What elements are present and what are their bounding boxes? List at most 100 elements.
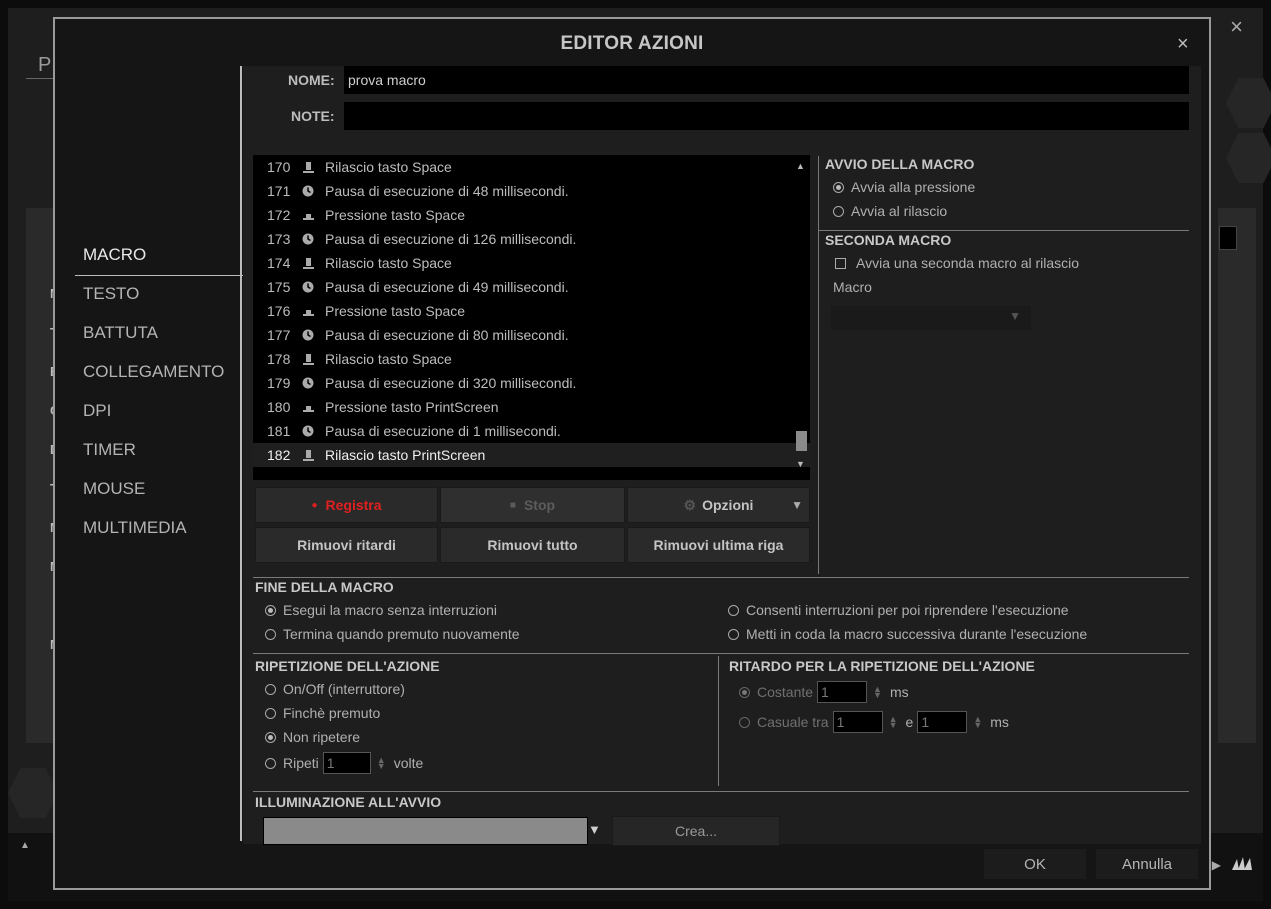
second-macro-dropdown[interactable]: ▼ bbox=[831, 306, 1031, 330]
delay-random-radio[interactable]: Casuale tra 1 ▲ ▼ e 1 ▲ ▼ ms bbox=[739, 711, 1009, 733]
stepper-arrows-icon[interactable]: ▲ ▼ bbox=[889, 715, 898, 730]
chevron-down-icon[interactable]: ▼ bbox=[588, 822, 601, 837]
background-close-icon[interactable]: × bbox=[1230, 14, 1243, 40]
cancel-button[interactable]: Annulla bbox=[1096, 849, 1198, 879]
delay-constant-radio[interactable]: Costante 1 ▲ ▼ ms bbox=[739, 681, 909, 703]
repeat-count-radio[interactable]: Ripeti 1 ▲ ▼ volte bbox=[265, 752, 423, 774]
repeat-none-radio[interactable]: Non ripetere bbox=[265, 729, 360, 745]
chevron-right-icon[interactable]: ▶ bbox=[1212, 858, 1221, 872]
nav-item-timer[interactable]: TIMER bbox=[75, 432, 240, 471]
nav-divider bbox=[240, 66, 242, 841]
nav-item-dpi[interactable]: DPI bbox=[75, 393, 240, 432]
background-hex-shape bbox=[8, 768, 58, 818]
scrollbar-thumb[interactable] bbox=[796, 431, 807, 451]
lighting-dropdown[interactable] bbox=[263, 817, 588, 845]
macro-step-text: Rilascio tasto Space bbox=[325, 351, 452, 367]
macro-step-row[interactable]: 174 Rilascio tasto Space bbox=[253, 251, 810, 275]
remove-last-row-button[interactable]: Rimuovi ultima riga bbox=[627, 527, 810, 563]
second-macro-checkbox[interactable]: Avvia una seconda macro al rilascio bbox=[835, 255, 1079, 271]
second-macro-label: Macro bbox=[833, 279, 872, 295]
name-input[interactable] bbox=[344, 66, 1189, 94]
macro-step-row[interactable]: 179 Pausa di esecuzione di 320 millisecon… bbox=[253, 371, 810, 395]
macro-step-row[interactable]: 182 Rilascio tasto PrintScreen bbox=[253, 443, 810, 467]
macro-step-row[interactable]: 181 Pausa di esecuzione di 1 millisecondi… bbox=[253, 419, 810, 443]
macro-step-text: Rilascio tasto Space bbox=[325, 255, 452, 271]
macro-step-text: Pressione tasto Space bbox=[325, 303, 466, 319]
macro-step-number: 171 bbox=[267, 183, 291, 199]
background-right-panel bbox=[1218, 208, 1256, 743]
radio-icon bbox=[265, 707, 276, 719]
macro-step-text: Pressione tasto Space bbox=[325, 207, 466, 223]
macro-step-row[interactable]: 172 Pressione tasto Space bbox=[253, 203, 810, 227]
start-on-press-radio[interactable]: Avvia alla pressione bbox=[833, 179, 975, 195]
macro-step-row[interactable]: 178 Rilascio tasto Space bbox=[253, 347, 810, 371]
radio-icon bbox=[833, 205, 844, 217]
options-button-label: Opzioni bbox=[702, 497, 754, 513]
name-label: NOME: bbox=[288, 72, 335, 88]
close-icon[interactable]: × bbox=[1177, 33, 1189, 56]
macro-step-number: 173 bbox=[267, 231, 291, 247]
nav-item-mouse[interactable]: MOUSE bbox=[75, 471, 240, 510]
key-press-icon bbox=[297, 210, 319, 221]
background-hex-shape bbox=[1226, 78, 1271, 128]
end-allow-interrupt-radio[interactable]: Consenti interruzioni per poi riprendere… bbox=[728, 602, 1069, 618]
delay-random-label: Casuale tra bbox=[757, 714, 829, 730]
macro-step-row[interactable]: 175 Pausa di esecuzione di 49 millisecond… bbox=[253, 275, 810, 299]
delay-constant-input[interactable]: 1 bbox=[817, 681, 868, 703]
scroll-top-icon[interactable]: ▲ bbox=[796, 161, 805, 171]
nav-item-multimedia[interactable]: MULTIMEDIA bbox=[75, 510, 240, 549]
chevron-down-icon: ▼ bbox=[1009, 309, 1021, 323]
action-type-nav: MACRO TESTO BATTUTA COLLEGAMENTO DPI TIM… bbox=[75, 237, 243, 549]
end-uninterrupted-radio[interactable]: Esegui la macro senza interruzioni bbox=[265, 602, 497, 618]
key-press-icon bbox=[297, 402, 319, 413]
action-editor-dialog: EDITOR AZIONI × MACRO TESTO BATTUTA COLL… bbox=[53, 17, 1211, 890]
nav-item-macro[interactable]: MACRO bbox=[75, 237, 243, 276]
end-press-again-radio[interactable]: Termina quando premuto nuovamente bbox=[265, 626, 520, 642]
remove-all-button[interactable]: Rimuovi tutto bbox=[440, 527, 625, 563]
remove-delays-button[interactable]: Rimuovi ritardi bbox=[255, 527, 438, 563]
end-queue-label: Metti in coda la macro successiva durant… bbox=[746, 626, 1088, 642]
note-input[interactable] bbox=[344, 102, 1189, 130]
repeat-count-input[interactable]: 1 bbox=[322, 752, 371, 774]
macro-step-row[interactable]: 173 Pausa di esecuzione di 126 millisecon… bbox=[253, 227, 810, 251]
key-press-icon bbox=[297, 306, 319, 317]
macro-list-scrollbar[interactable]: ▲ ▼ bbox=[795, 161, 807, 471]
stop-button[interactable]: ■ Stop bbox=[440, 487, 625, 523]
stop-square-icon: ■ bbox=[509, 499, 516, 511]
macro-step-row[interactable]: 170 Rilascio tasto Space bbox=[253, 155, 810, 179]
stepper-arrows-icon[interactable]: ▲ ▼ bbox=[873, 685, 882, 700]
ok-button[interactable]: OK bbox=[984, 849, 1086, 879]
clock-icon bbox=[297, 329, 319, 341]
radio-icon bbox=[265, 683, 276, 695]
nav-item-battuta[interactable]: BATTUTA bbox=[75, 315, 240, 354]
record-button-label: Registra bbox=[325, 497, 382, 513]
delay-random-max-input[interactable]: 1 bbox=[917, 711, 968, 733]
options-button[interactable]: ⚙ Opzioni ▼ bbox=[627, 487, 810, 523]
scroll-up-icon[interactable]: ▲ bbox=[20, 840, 30, 851]
create-lighting-button[interactable]: Crea... bbox=[612, 816, 780, 846]
end-uninterrupted-label: Esegui la macro senza interruzioni bbox=[283, 602, 497, 618]
macro-step-row[interactable]: 176 Pressione tasto Space bbox=[253, 299, 810, 323]
delay-random-min-input[interactable]: 1 bbox=[832, 711, 883, 733]
start-on-release-radio[interactable]: Avvia al rilascio bbox=[833, 203, 947, 219]
repeat-none-label: Non ripetere bbox=[283, 729, 361, 745]
lighting-heading: ILLUMINAZIONE ALL'AVVIO bbox=[255, 794, 442, 810]
macro-step-list[interactable]: 170 Rilascio tasto Space 171 Pausa di esecu… bbox=[253, 155, 810, 480]
stepper-arrows-icon[interactable]: ▲ ▼ bbox=[973, 715, 982, 730]
macro-step-row[interactable]: 177 Pausa di esecuzione di 80 millisecond… bbox=[253, 323, 810, 347]
radio-icon bbox=[728, 628, 739, 640]
repeat-toggle-radio[interactable]: On/Off (interruttore) bbox=[265, 681, 405, 697]
macro-step-row[interactable]: 180 Pressione tasto PrintScreen bbox=[253, 395, 810, 419]
stepper-arrows-icon[interactable]: ▲ ▼ bbox=[377, 756, 386, 771]
nav-item-testo[interactable]: TESTO bbox=[75, 276, 240, 315]
nav-item-collegamento[interactable]: COLLEGAMENTO bbox=[75, 354, 240, 393]
radio-icon bbox=[265, 628, 276, 640]
record-button[interactable]: ● Registra bbox=[255, 487, 438, 523]
repeat-while-pressed-radio[interactable]: Finchè premuto bbox=[265, 705, 380, 721]
end-queue-radio[interactable]: Metti in coda la macro successiva durant… bbox=[728, 626, 1087, 642]
scroll-bottom-icon[interactable]: ▼ bbox=[796, 459, 805, 469]
radio-selected-icon bbox=[265, 604, 276, 616]
macro-step-row[interactable]: 171 Pausa di esecuzione di 48 millisecond… bbox=[253, 179, 810, 203]
radio-selected-icon bbox=[833, 181, 844, 193]
end-macro-heading: FINE DELLA MACRO bbox=[255, 579, 394, 595]
